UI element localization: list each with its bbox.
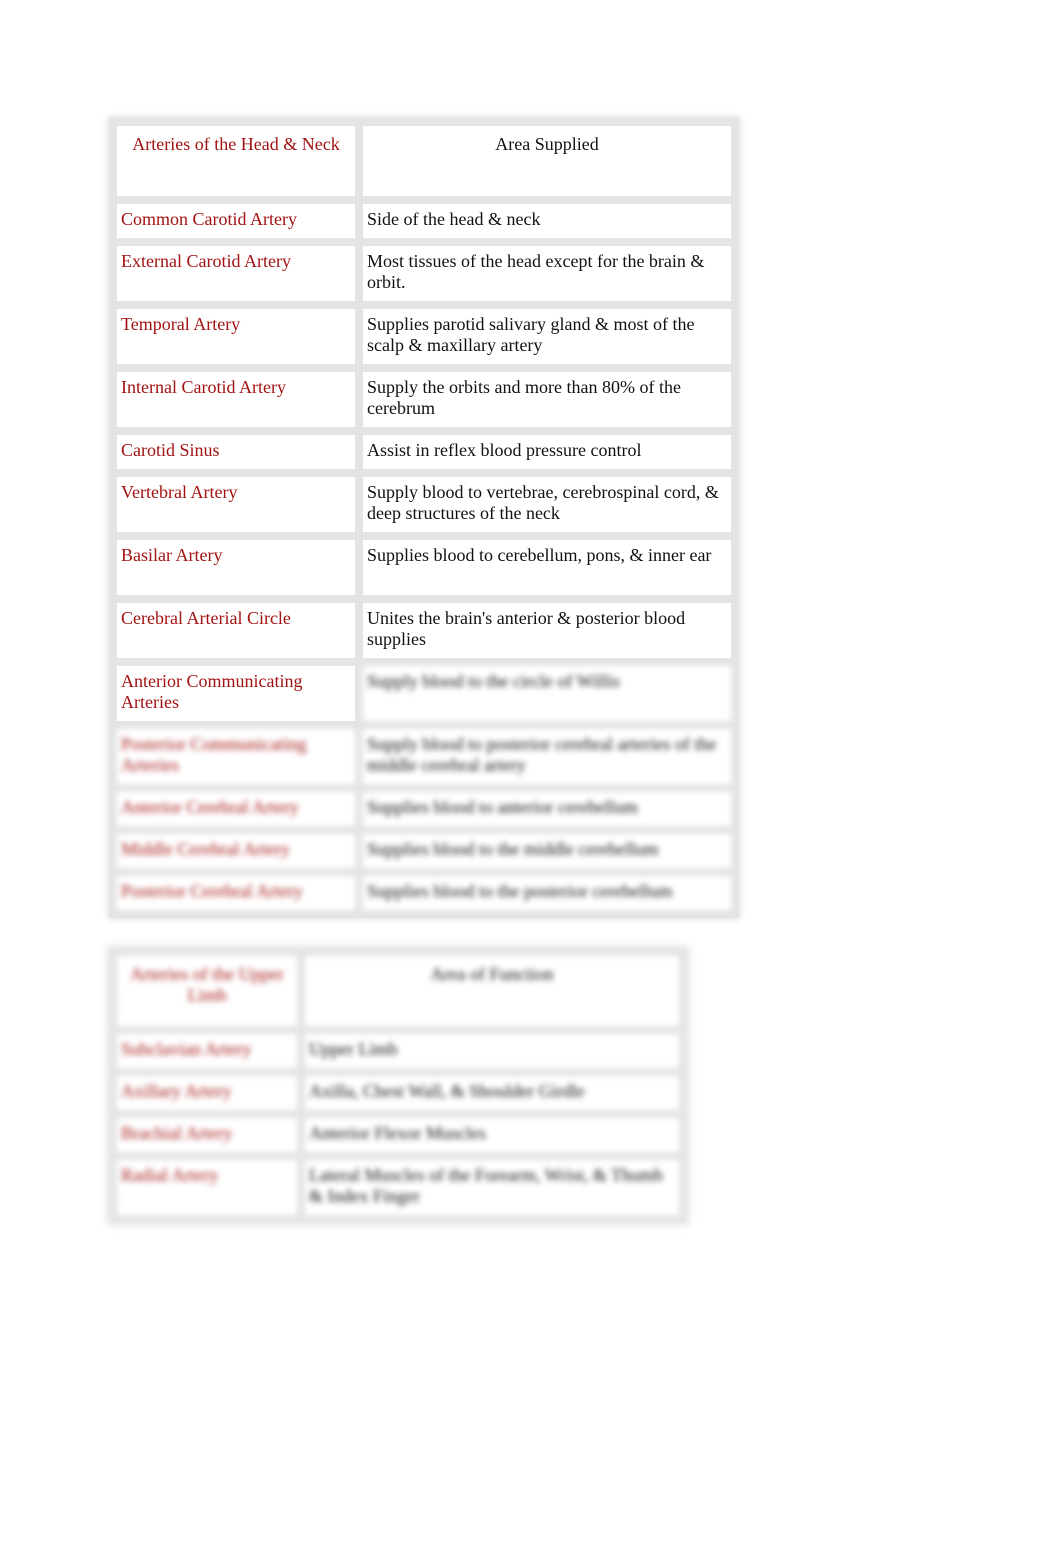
artery-name: Posterior Communicating Arteries — [117, 729, 355, 784]
area-supplied: Supplies blood to the middle cerebellum — [363, 834, 731, 868]
area-supplied: Supplies parotid salivary gland & most o… — [363, 309, 731, 364]
area-supplied: Supply blood to the circle of Willis — [363, 666, 731, 721]
table-row: Axillary Artery Axilla, Chest Wall, & Sho… — [117, 1076, 679, 1110]
table-row: Vertebral Artery Supply blood to vertebra… — [117, 477, 731, 532]
table-row: Temporal Artery Supplies parotid salivary… — [117, 309, 731, 364]
area-function: Lateral Muscles of the Forearm, Wrist, &… — [305, 1160, 679, 1215]
area-supplied: Assist in reflex blood pressure control — [363, 435, 731, 469]
area-supplied: Most tissues of the head except for the … — [363, 246, 731, 301]
header-arteries: Arteries of the Upper Limb — [117, 956, 297, 1026]
header-area: Area Supplied — [363, 126, 731, 196]
table-row: Common Carotid Artery Side of the head & … — [117, 204, 731, 238]
artery-name: Anterior Cerebral Artery — [117, 792, 355, 826]
table-row: Anterior Cerebral Artery Supplies blood t… — [117, 792, 731, 826]
table-header-row: Arteries of the Head & Neck Area Supplie… — [117, 126, 731, 196]
artery-name: Temporal Artery — [117, 309, 355, 364]
artery-name: Internal Carotid Artery — [117, 372, 355, 427]
area-supplied: Supplies blood to anterior cerebellum — [363, 792, 731, 826]
area-supplied: Supply blood to vertebrae, cerebrospinal… — [363, 477, 731, 532]
artery-name: Cerebral Arterial Circle — [117, 603, 355, 658]
artery-name: Axillary Artery — [117, 1076, 297, 1110]
area-supplied: Supplies blood to the posterior cerebell… — [363, 876, 731, 910]
artery-name: Carotid Sinus — [117, 435, 355, 469]
artery-name: Brachial Artery — [117, 1118, 297, 1152]
artery-name: Common Carotid Artery — [117, 204, 355, 238]
artery-name: Radial Artery — [117, 1160, 297, 1215]
table-row: Posterior Communicating Arteries Supply b… — [117, 729, 731, 784]
artery-name: Vertebral Artery — [117, 477, 355, 532]
table-row: Anterior Communicating Arteries Supply bl… — [117, 666, 731, 721]
table-row: Carotid Sinus Assist in reflex blood pres… — [117, 435, 731, 469]
area-supplied: Side of the head & neck — [363, 204, 731, 238]
area-supplied: Unites the brain's anterior & posterior … — [363, 603, 731, 658]
header-area: Area of Function — [305, 956, 679, 1026]
table-row: External Carotid Artery Most tissues of t… — [117, 246, 731, 301]
area-supplied: Supply blood to posterior cerebral arter… — [363, 729, 731, 784]
artery-name: Middle Cerebral Artery — [117, 834, 355, 868]
area-function: Axilla, Chest Wall, & Shoulder Girdle — [305, 1076, 679, 1110]
area-supplied: Supply the orbits and more than 80% of t… — [363, 372, 731, 427]
area-supplied: Supplies blood to cerebellum, pons, & in… — [363, 540, 731, 595]
header-arteries: Arteries of the Head & Neck — [117, 126, 355, 196]
table-row: Radial Artery Lateral Muscles of the Fore… — [117, 1160, 679, 1215]
table-row: Middle Cerebral Artery Supplies blood to … — [117, 834, 731, 868]
table-row: Posterior Cerebral Artery Supplies blood … — [117, 876, 731, 910]
table-header-row: Arteries of the Upper Limb Area of Funct… — [117, 956, 679, 1026]
area-function: Anterior Flexor Muscles — [305, 1118, 679, 1152]
artery-name: Subclavian Artery — [117, 1034, 297, 1068]
head-neck-arteries-table: Arteries of the Head & Neck Area Supplie… — [109, 118, 739, 918]
table-row: Internal Carotid Artery Supply the orbits… — [117, 372, 731, 427]
artery-name: Posterior Cerebral Artery — [117, 876, 355, 910]
table-row: Subclavian Artery Upper Limb — [117, 1034, 679, 1068]
area-function: Upper Limb — [305, 1034, 679, 1068]
artery-name: Basilar Artery — [117, 540, 355, 595]
artery-name: Anterior Communicating Arteries — [117, 666, 355, 721]
table-row: Basilar Artery Supplies blood to cerebell… — [117, 540, 731, 595]
table-row: Cerebral Arterial Circle Unites the brain… — [117, 603, 731, 658]
artery-name: External Carotid Artery — [117, 246, 355, 301]
table-row: Brachial Artery Anterior Flexor Muscles — [117, 1118, 679, 1152]
upper-limb-arteries-table: Arteries of the Upper Limb Area of Funct… — [109, 948, 687, 1223]
